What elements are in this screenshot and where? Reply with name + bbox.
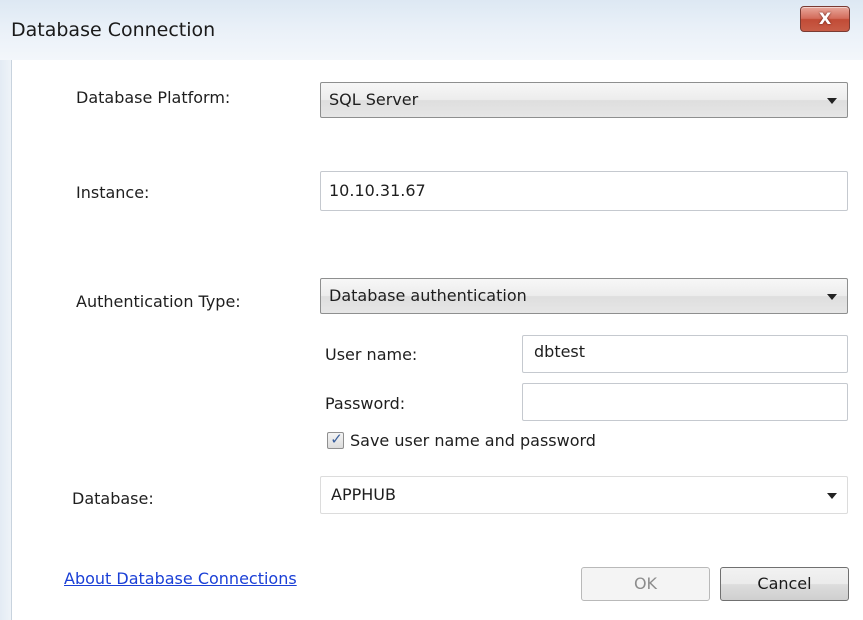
about-connections-link[interactable]: About Database Connections (64, 569, 297, 588)
platform-select[interactable]: SQL Server (320, 82, 848, 118)
chevron-down-icon (827, 294, 837, 300)
close-icon: X (818, 9, 832, 28)
platform-label: Database Platform: (76, 88, 231, 107)
ok-button[interactable]: OK (581, 567, 710, 601)
password-label: Password: (325, 394, 406, 413)
cancel-button[interactable]: Cancel (720, 567, 849, 601)
auth-type-select-value: Database authentication (329, 286, 527, 305)
database-select[interactable]: APPHUB (320, 476, 848, 514)
instance-input[interactable]: 10.10.31.67 (320, 171, 848, 211)
password-input[interactable] (522, 383, 848, 421)
checkmark-icon: ✓ (330, 430, 343, 448)
window-title: Database Connection (11, 19, 216, 41)
instance-input-value: 10.10.31.67 (329, 181, 426, 200)
save-credentials-checkbox[interactable]: ✓ (327, 430, 344, 449)
title-bar[interactable]: Database Connection X (0, 0, 863, 60)
instance-label: Instance: (76, 183, 150, 202)
close-button[interactable]: X (800, 6, 850, 32)
chevron-down-icon (827, 98, 837, 104)
window-frame-left (0, 60, 11, 620)
username-input-value: dbtest (534, 342, 586, 361)
auth-type-label: Authentication Type: (76, 292, 241, 311)
username-input[interactable]: dbtest (522, 335, 848, 373)
platform-select-value: SQL Server (329, 90, 419, 109)
database-select-value: APPHUB (331, 485, 396, 504)
save-credentials-label[interactable]: Save user name and password (350, 431, 596, 450)
database-connection-dialog: Database Connection X Database Platform:… (0, 0, 863, 620)
chevron-down-icon (827, 493, 837, 499)
database-label: Database: (72, 489, 154, 508)
auth-type-select[interactable]: Database authentication (320, 278, 848, 314)
username-label: User name: (325, 345, 418, 364)
